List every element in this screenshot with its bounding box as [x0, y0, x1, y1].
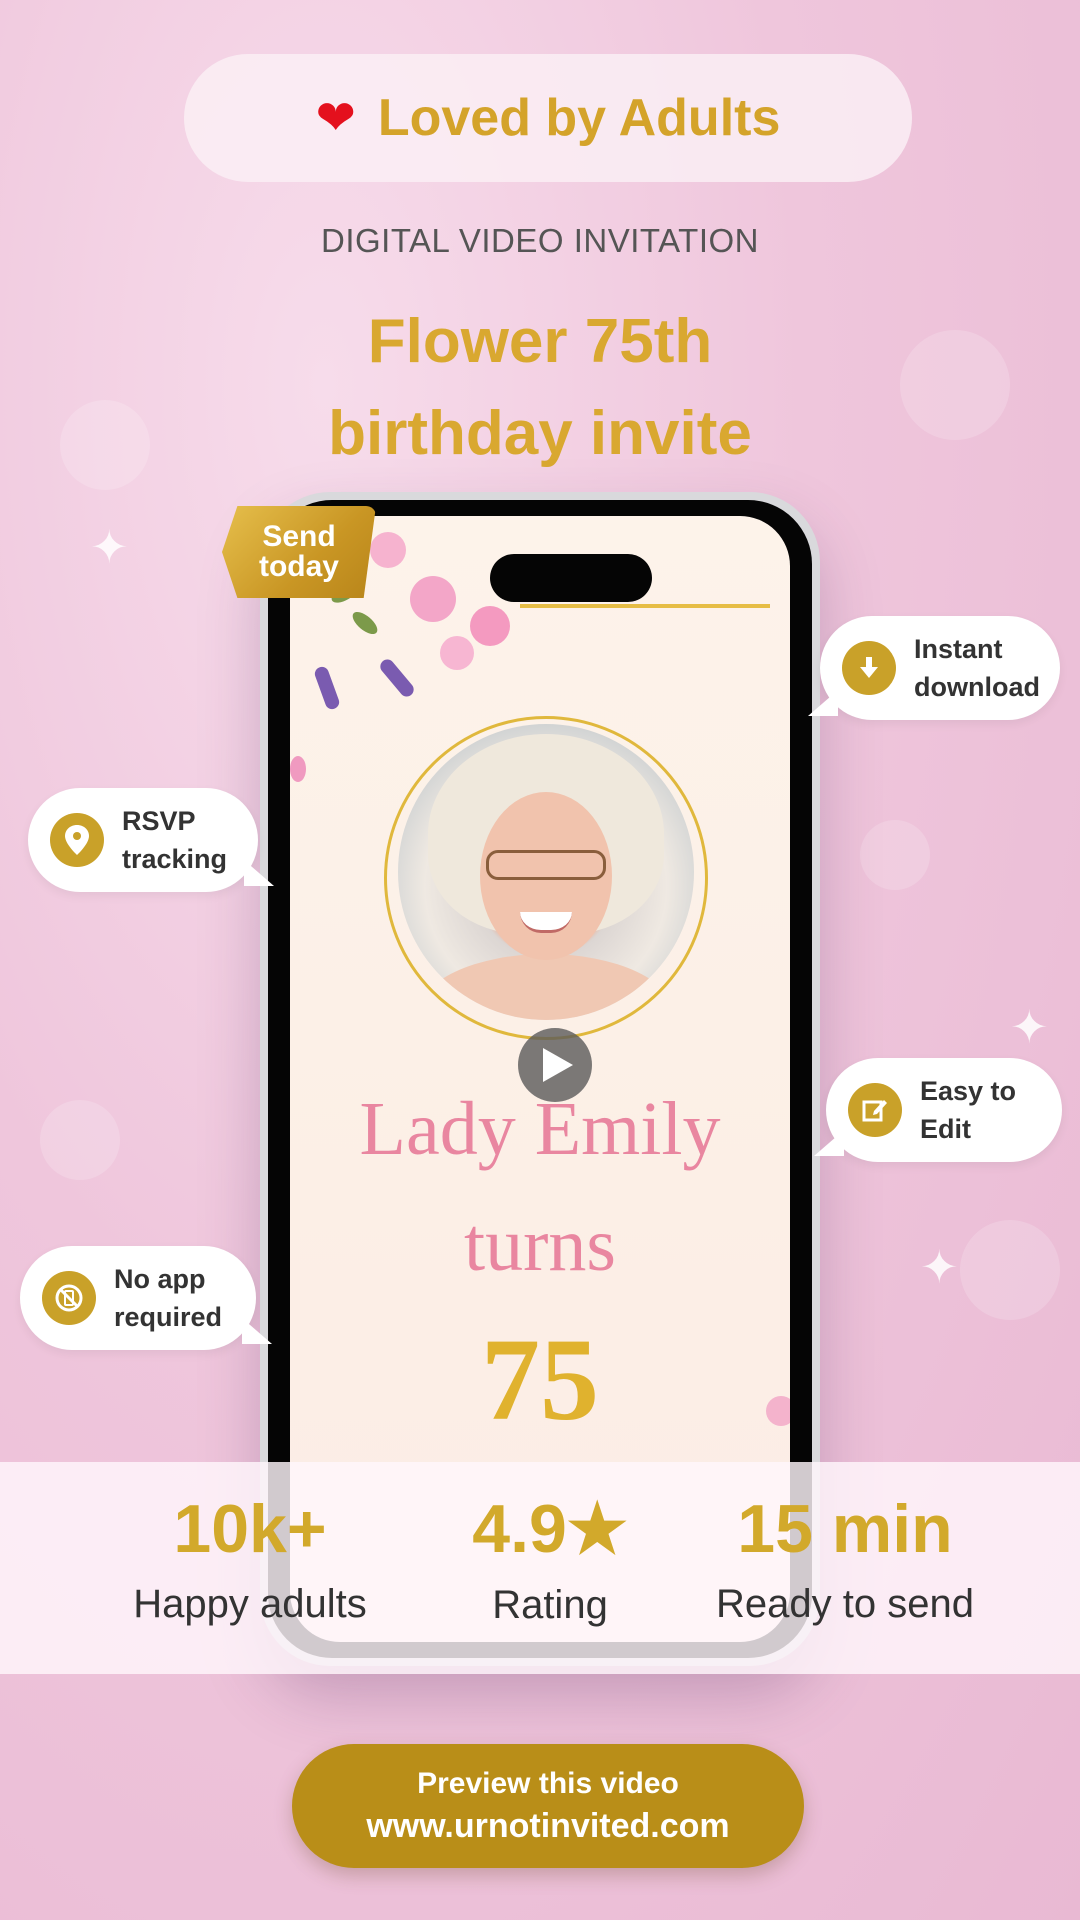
- lavender-decoration: [312, 664, 342, 712]
- invitation-turns: turns: [464, 1203, 616, 1287]
- title-line-2: birthday invite: [328, 399, 752, 468]
- leaf-decoration: [349, 607, 381, 639]
- pill-text: Loved by Adults: [377, 89, 781, 147]
- feature-label: RSVP: [122, 806, 196, 836]
- stat-rating: 4.9★ Rating: [430, 1462, 670, 1628]
- page-subtitle: DIGITAL VIDEO INVITATION: [321, 222, 759, 259]
- feature-easy-to-edit: Easy to Edit: [826, 1058, 1062, 1162]
- stat-happy-adults: 10k+ Happy adults: [110, 1462, 390, 1627]
- flower-decoration: [470, 606, 510, 646]
- invitation-name: Lady Emily: [359, 1087, 721, 1171]
- stat-value: 10k+: [173, 1491, 327, 1567]
- feature-no-app-required: No app required: [20, 1246, 256, 1350]
- no-phone-icon: [42, 1271, 96, 1325]
- flower-decoration: [370, 532, 406, 568]
- stat-caption: Rating: [492, 1583, 608, 1627]
- cta-url: www.urnotinvited.com: [366, 1806, 730, 1845]
- flower-decoration: [440, 636, 474, 670]
- badge-line-1: Send: [262, 520, 336, 553]
- badge-line-2: today: [258, 550, 339, 583]
- loved-by-adults-pill: ❤ Loved by Adults: [184, 54, 912, 182]
- stat-caption: Ready to send: [716, 1582, 974, 1626]
- stat-ready-to-send: 15 min Ready to send: [690, 1462, 1000, 1627]
- page-title: Flower 75th birthday invite: [0, 296, 1080, 480]
- portrait-glasses: [486, 850, 606, 880]
- sparkle-decoration: ✦: [920, 1240, 959, 1294]
- send-today-badge: Send today: [222, 506, 376, 598]
- location-pin-icon: [50, 813, 104, 867]
- feature-instant-download: Instant download: [820, 616, 1060, 720]
- flower-decoration: [290, 756, 306, 782]
- edit-icon: [848, 1083, 902, 1137]
- download-icon: [842, 641, 896, 695]
- heart-icon: ❤: [315, 90, 356, 146]
- sparkle-decoration: ✦: [1010, 1000, 1049, 1054]
- cta-line-1: Preview this video: [417, 1766, 679, 1800]
- title-line-1: Flower 75th: [367, 307, 713, 376]
- feature-label: Instant: [914, 634, 1003, 664]
- portrait-photo: [398, 724, 694, 1020]
- bokeh-decoration: [860, 820, 930, 890]
- callout-tail: [244, 860, 274, 886]
- feature-label: download: [914, 672, 1040, 702]
- flower-decoration: [410, 576, 456, 622]
- lavender-decoration: [377, 656, 417, 700]
- bokeh-decoration: [960, 1220, 1060, 1320]
- callout-tail: [242, 1318, 272, 1344]
- stat-value: 15 min: [737, 1491, 953, 1567]
- stat-caption: Happy adults: [133, 1582, 367, 1626]
- feature-label: Edit: [920, 1114, 971, 1144]
- invitation-age: 75: [481, 1314, 599, 1445]
- feature-label: required: [114, 1302, 223, 1332]
- sparkle-decoration: ✦: [90, 520, 129, 574]
- feature-label: Easy to: [920, 1076, 1017, 1106]
- callout-tail: [814, 1130, 844, 1156]
- bokeh-decoration: [40, 1100, 120, 1180]
- feature-rsvp-tracking: RSVP tracking: [28, 788, 258, 892]
- dynamic-island: [490, 554, 652, 602]
- stat-value: 4.9★: [472, 1491, 628, 1567]
- portrait-shoulders: [418, 954, 674, 1020]
- callout-tail: [808, 690, 838, 716]
- preview-video-button[interactable]: Preview this video www.urnotinvited.com: [292, 1744, 804, 1868]
- feature-label: No app: [114, 1264, 206, 1294]
- stats-band: 10k+ Happy adults 4.9★ Rating 15 min Rea…: [0, 1462, 1080, 1674]
- play-icon: [543, 1048, 573, 1082]
- gold-divider: [520, 604, 770, 608]
- feature-label: tracking: [122, 844, 228, 874]
